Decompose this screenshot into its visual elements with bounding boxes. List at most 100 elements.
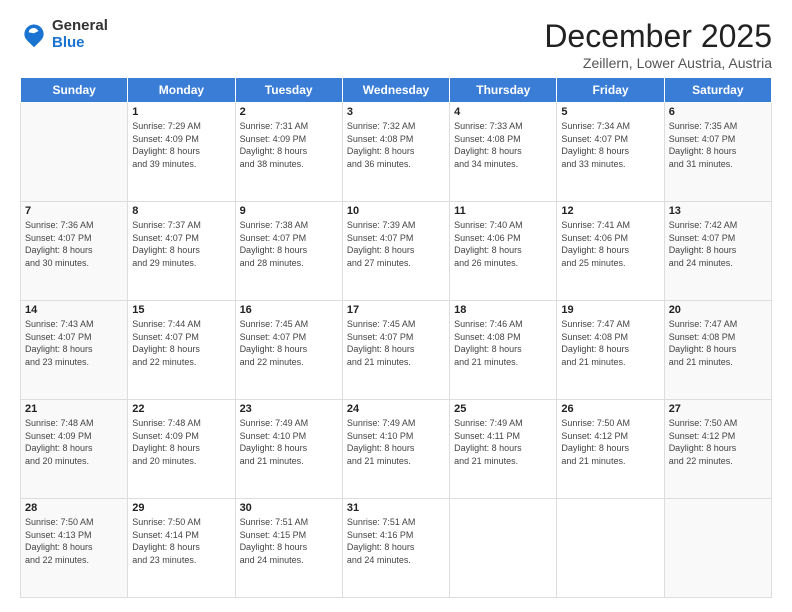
day-number: 30 (240, 502, 338, 514)
weekday-header: Tuesday (235, 78, 342, 103)
day-number: 10 (347, 205, 445, 217)
weekday-header: Thursday (450, 78, 557, 103)
day-number: 22 (132, 403, 230, 415)
header: General Blue December 2025 Zeillern, Low… (20, 18, 772, 71)
day-info: Sunrise: 7:50 AM Sunset: 4:12 PM Dayligh… (669, 417, 767, 467)
day-number: 8 (132, 205, 230, 217)
calendar-cell: 7Sunrise: 7:36 AM Sunset: 4:07 PM Daylig… (21, 202, 128, 301)
day-number: 2 (240, 106, 338, 118)
calendar-cell: 9 Sunrise: 7:38 AM Sunset: 4:07 PM Daylig… (235, 202, 342, 301)
day-number: 1 (132, 106, 230, 118)
day-info: Sunrise: 7:46 AM Sunset: 4:08 PM Dayligh… (454, 318, 552, 368)
logo-icon (20, 21, 48, 49)
calendar-header: SundayMondayTuesdayWednesdayThursdayFrid… (21, 78, 772, 103)
day-info: Sunrise: 7:42 AM Sunset: 4:07 PM Dayligh… (669, 219, 767, 269)
day-number: 13 (669, 205, 767, 217)
weekday-header: Sunday (21, 78, 128, 103)
month-title: December 2025 (544, 18, 772, 55)
calendar-cell: 8 Sunrise: 7:37 AM Sunset: 4:07 PM Daylig… (128, 202, 235, 301)
day-info: Sunrise: 7:39 AM Sunset: 4:07 PM Dayligh… (347, 219, 445, 269)
day-number: 27 (669, 403, 767, 415)
calendar-cell: 22 Sunrise: 7:48 AM Sunset: 4:09 PM Dayli… (128, 400, 235, 499)
day-info: Sunrise: 7:47 AM Sunset: 4:08 PM Dayligh… (561, 318, 659, 368)
day-number: 28 (25, 502, 123, 514)
calendar-body: 1 Sunrise: 7:29 AM Sunset: 4:09 PM Daylig… (21, 103, 772, 598)
day-number: 6 (669, 106, 767, 118)
day-info: Sunrise: 7:50 AM Sunset: 4:13 PM Dayligh… (25, 516, 123, 566)
logo-text: General Blue (52, 18, 108, 51)
calendar-cell: 20 Sunrise: 7:47 AM Sunset: 4:08 PM Dayli… (664, 301, 771, 400)
calendar-cell (450, 499, 557, 598)
day-number: 25 (454, 403, 552, 415)
logo: General Blue (20, 18, 108, 51)
day-number: 12 (561, 205, 659, 217)
calendar-cell: 19Sunrise: 7:47 AM Sunset: 4:08 PM Dayli… (557, 301, 664, 400)
calendar-cell: 29Sunrise: 7:50 AM Sunset: 4:14 PM Dayli… (128, 499, 235, 598)
day-number: 9 (240, 205, 338, 217)
day-info: Sunrise: 7:35 AM Sunset: 4:07 PM Dayligh… (669, 120, 767, 170)
day-info: Sunrise: 7:45 AM Sunset: 4:07 PM Dayligh… (240, 318, 338, 368)
day-number: 18 (454, 304, 552, 316)
day-number: 29 (132, 502, 230, 514)
calendar-cell: 1 Sunrise: 7:29 AM Sunset: 4:09 PM Daylig… (128, 103, 235, 202)
calendar-cell: 4Sunrise: 7:33 AM Sunset: 4:08 PM Daylig… (450, 103, 557, 202)
calendar-cell: 12Sunrise: 7:41 AM Sunset: 4:06 PM Dayli… (557, 202, 664, 301)
day-number: 5 (561, 106, 659, 118)
weekday-header: Saturday (664, 78, 771, 103)
calendar-week-row: 21 Sunrise: 7:48 AM Sunset: 4:09 PM Dayli… (21, 400, 772, 499)
weekday-header: Friday (557, 78, 664, 103)
calendar-week-row: 28 Sunrise: 7:50 AM Sunset: 4:13 PM Dayli… (21, 499, 772, 598)
calendar-cell: 11Sunrise: 7:40 AM Sunset: 4:06 PM Dayli… (450, 202, 557, 301)
weekday-row: SundayMondayTuesdayWednesdayThursdayFrid… (21, 78, 772, 103)
day-info: Sunrise: 7:31 AM Sunset: 4:09 PM Dayligh… (240, 120, 338, 170)
logo-general: General (52, 18, 108, 35)
day-info: Sunrise: 7:34 AM Sunset: 4:07 PM Dayligh… (561, 120, 659, 170)
day-number: 31 (347, 502, 445, 514)
day-info: Sunrise: 7:40 AM Sunset: 4:06 PM Dayligh… (454, 219, 552, 269)
calendar-cell (557, 499, 664, 598)
calendar-cell: 25Sunrise: 7:49 AM Sunset: 4:11 PM Dayli… (450, 400, 557, 499)
day-info: Sunrise: 7:44 AM Sunset: 4:07 PM Dayligh… (132, 318, 230, 368)
calendar-cell: 27 Sunrise: 7:50 AM Sunset: 4:12 PM Dayli… (664, 400, 771, 499)
day-info: Sunrise: 7:48 AM Sunset: 4:09 PM Dayligh… (132, 417, 230, 467)
calendar-cell (21, 103, 128, 202)
day-info: Sunrise: 7:47 AM Sunset: 4:08 PM Dayligh… (669, 318, 767, 368)
calendar-cell: 15Sunrise: 7:44 AM Sunset: 4:07 PM Dayli… (128, 301, 235, 400)
calendar-cell: 28 Sunrise: 7:50 AM Sunset: 4:13 PM Dayli… (21, 499, 128, 598)
calendar-cell: 2 Sunrise: 7:31 AM Sunset: 4:09 PM Daylig… (235, 103, 342, 202)
day-number: 23 (240, 403, 338, 415)
calendar-week-row: 14Sunrise: 7:43 AM Sunset: 4:07 PM Dayli… (21, 301, 772, 400)
day-number: 17 (347, 304, 445, 316)
day-info: Sunrise: 7:51 AM Sunset: 4:15 PM Dayligh… (240, 516, 338, 566)
day-number: 16 (240, 304, 338, 316)
logo-blue: Blue (52, 35, 108, 52)
calendar-cell: 5 Sunrise: 7:34 AM Sunset: 4:07 PM Daylig… (557, 103, 664, 202)
calendar-cell: 23 Sunrise: 7:49 AM Sunset: 4:10 PM Dayli… (235, 400, 342, 499)
location-subtitle: Zeillern, Lower Austria, Austria (544, 55, 772, 71)
day-number: 24 (347, 403, 445, 415)
calendar-cell: 24 Sunrise: 7:49 AM Sunset: 4:10 PM Dayli… (342, 400, 449, 499)
day-info: Sunrise: 7:45 AM Sunset: 4:07 PM Dayligh… (347, 318, 445, 368)
day-number: 21 (25, 403, 123, 415)
day-info: Sunrise: 7:49 AM Sunset: 4:10 PM Dayligh… (347, 417, 445, 467)
calendar-cell: 30 Sunrise: 7:51 AM Sunset: 4:15 PM Dayli… (235, 499, 342, 598)
weekday-header: Wednesday (342, 78, 449, 103)
day-info: Sunrise: 7:33 AM Sunset: 4:08 PM Dayligh… (454, 120, 552, 170)
calendar: SundayMondayTuesdayWednesdayThursdayFrid… (20, 77, 772, 598)
calendar-cell: 3Sunrise: 7:32 AM Sunset: 4:08 PM Daylig… (342, 103, 449, 202)
calendar-cell: 16 Sunrise: 7:45 AM Sunset: 4:07 PM Dayli… (235, 301, 342, 400)
day-info: Sunrise: 7:49 AM Sunset: 4:10 PM Dayligh… (240, 417, 338, 467)
day-info: Sunrise: 7:29 AM Sunset: 4:09 PM Dayligh… (132, 120, 230, 170)
day-number: 20 (669, 304, 767, 316)
page: General Blue December 2025 Zeillern, Low… (0, 0, 792, 612)
weekday-header: Monday (128, 78, 235, 103)
day-info: Sunrise: 7:48 AM Sunset: 4:09 PM Dayligh… (25, 417, 123, 467)
calendar-cell: 21 Sunrise: 7:48 AM Sunset: 4:09 PM Dayli… (21, 400, 128, 499)
day-info: Sunrise: 7:38 AM Sunset: 4:07 PM Dayligh… (240, 219, 338, 269)
title-block: December 2025 Zeillern, Lower Austria, A… (544, 18, 772, 71)
calendar-cell: 14Sunrise: 7:43 AM Sunset: 4:07 PM Dayli… (21, 301, 128, 400)
day-info: Sunrise: 7:37 AM Sunset: 4:07 PM Dayligh… (132, 219, 230, 269)
day-info: Sunrise: 7:43 AM Sunset: 4:07 PM Dayligh… (25, 318, 123, 368)
day-number: 7 (25, 205, 123, 217)
day-number: 3 (347, 106, 445, 118)
